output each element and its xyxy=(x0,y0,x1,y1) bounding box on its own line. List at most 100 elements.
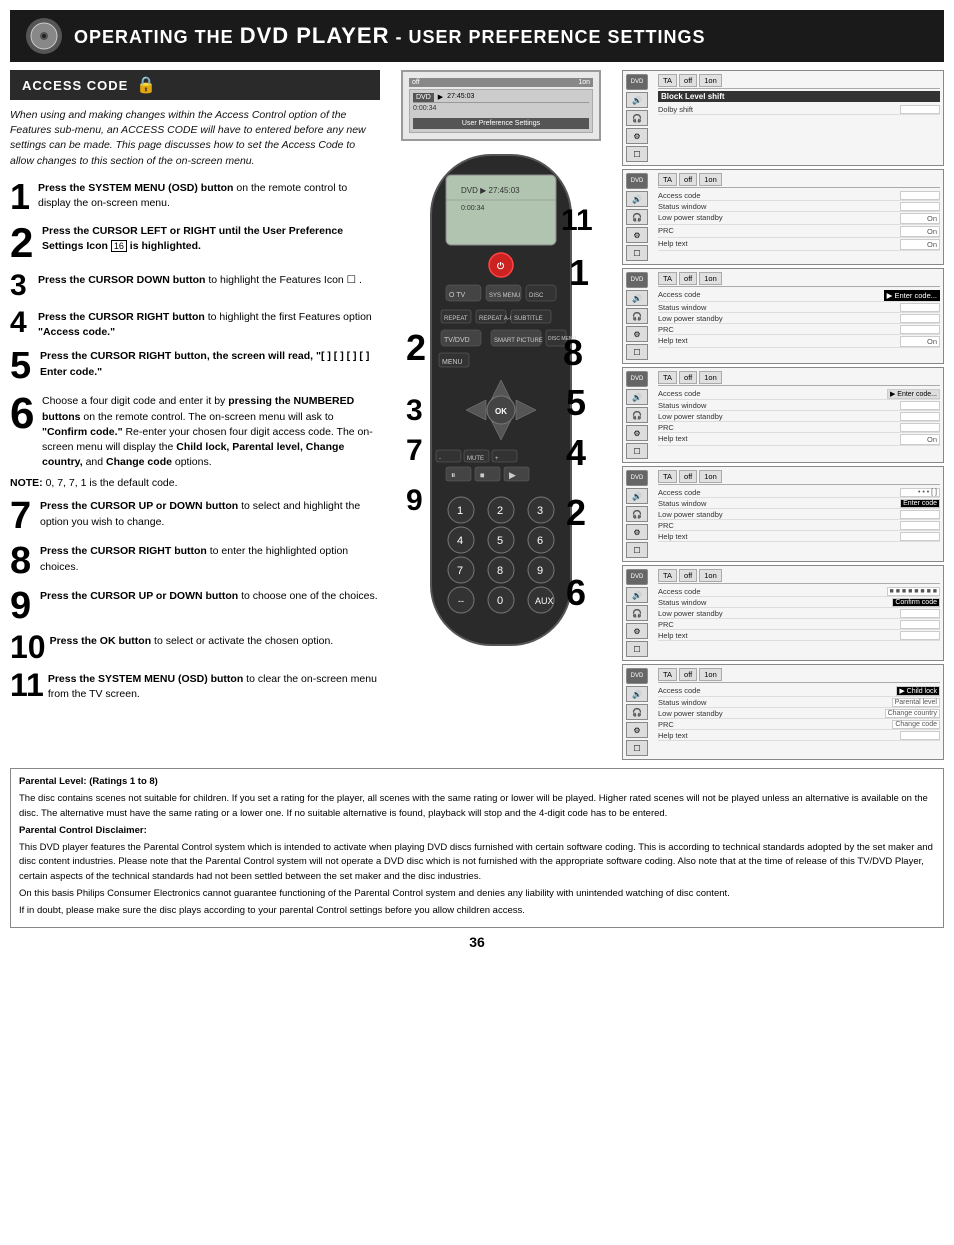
step-number-2: 2 xyxy=(10,222,38,264)
headphone-icon-7: 🎧 xyxy=(626,704,648,720)
screen-3-row-1: Access code ▶ Enter code... xyxy=(658,289,940,302)
box-icon-6: ☐ xyxy=(626,641,648,657)
step-number-5: 5 xyxy=(10,347,36,385)
parental-level-text: The disc contains scenes not suitable fo… xyxy=(19,792,935,821)
screen-7-row-2: Status window Parental level xyxy=(658,697,940,708)
disclaimer-text: This DVD player features the Parental Co… xyxy=(19,841,935,884)
screen-2-row-5: Help text On xyxy=(658,238,940,251)
step-number-8: 8 xyxy=(10,542,36,580)
screen-3-row-4: PRC xyxy=(658,324,940,335)
screen-3-row-2: Status window xyxy=(658,302,940,313)
dvd-icon-1: DVD xyxy=(626,74,648,90)
intro-paragraph: When using and making changes within the… xyxy=(10,108,380,169)
screen-panel-7-icons: DVD 🔊 🎧 ⚙ ☐ xyxy=(626,668,654,756)
step-9-text: Press the CURSOR UP or DOWN button to ch… xyxy=(40,587,380,604)
box-icon-7: ☐ xyxy=(626,740,648,756)
svg-text:0:00:34: 0:00:34 xyxy=(461,205,484,212)
dvd-icon-5: DVD xyxy=(626,470,648,486)
step-5-text: Press the CURSOR RIGHT button, the scree… xyxy=(40,347,380,379)
screen-panel-2: DVD 🔊 🎧 ⚙ ☐ TA off 1on Access code Statu… xyxy=(622,169,944,265)
box-icon-4: ☐ xyxy=(626,443,648,459)
speaker-icon-1: 🔊 xyxy=(626,92,648,108)
svg-text:MENU: MENU xyxy=(442,359,463,366)
lock-icon: 🔒 xyxy=(136,75,156,95)
step-number-7: 7 xyxy=(10,497,36,535)
speaker-icon-5: 🔊 xyxy=(626,488,648,504)
step-4: 4 Press the CURSOR RIGHT button to highl… xyxy=(10,308,380,340)
dvd-icon-4: DVD xyxy=(626,371,648,387)
top-screen-preview: off1on DVD ▶ 27:45:03 0:00:34 User Prefe… xyxy=(401,70,601,141)
page-number: 36 xyxy=(0,934,954,950)
step-6: 6 Choose a four digit code and enter it … xyxy=(10,392,380,470)
step-number-9: 9 xyxy=(10,587,36,625)
box-icon-5: ☐ xyxy=(626,542,648,558)
step-10-text: Press the OK button to select or activat… xyxy=(50,632,380,649)
settings-icon-2: ⚙ xyxy=(626,227,648,243)
svg-text:REPEAT A-B: REPEAT A-B xyxy=(479,316,514,322)
step-2-text: Press the CURSOR LEFT or RIGHT until the… xyxy=(42,222,380,254)
box-icon-1: ☐ xyxy=(626,146,648,162)
screen-3-row-5: Help text On xyxy=(658,335,940,348)
screen-panel-6-content: TA off 1on Access code ■ ■ ■ ■ ■ ■ ■ ■ S… xyxy=(658,569,940,657)
screen-panel-3: DVD 🔊 🎧 ⚙ ☐ TA off 1on Access code ▶ Ent… xyxy=(622,268,944,364)
screen-6-row-5: Help text xyxy=(658,630,940,641)
svg-text:2: 2 xyxy=(566,492,586,533)
screen-3-row-3: Low power standby xyxy=(658,313,940,324)
svg-text:⏹: ⏹ xyxy=(480,470,485,480)
svg-text:3: 3 xyxy=(537,505,543,517)
screen-panel-2-content: TA off 1on Access code Status window Low… xyxy=(658,173,940,261)
disclaimer-text3: If in doubt, please make sure the disc p… xyxy=(19,904,935,918)
svg-text:2: 2 xyxy=(497,505,503,517)
screen-panel-5-content: TA off 1on Access code • • • [ ] Status … xyxy=(658,470,940,558)
screen-5-header: TA off 1on xyxy=(658,470,940,485)
remote-control: DVD ▶ 27:45:03 0:00:34 ⏻ O TV SYS MENU D… xyxy=(401,145,601,665)
svg-text:11: 11 xyxy=(561,204,593,237)
step-6-text: Choose a four digit code and enter it by… xyxy=(42,392,380,470)
screen-4-row-3: Low power standby xyxy=(658,411,940,422)
step-4-text: Press the CURSOR RIGHT button to highlig… xyxy=(38,308,380,340)
svg-text:▶: ▶ xyxy=(509,470,516,480)
step-5: 5 Press the CURSOR RIGHT button, the scr… xyxy=(10,347,380,385)
screen-panel-7: DVD 🔊 🎧 ⚙ ☐ TA off 1on Access code ▶ Chi… xyxy=(622,664,944,760)
svg-text:6: 6 xyxy=(537,535,543,547)
settings-icon-1: ⚙ xyxy=(626,128,648,144)
svg-text:AUX: AUX xyxy=(535,596,554,606)
screen-5-row-4: PRC xyxy=(658,520,940,531)
settings-icon-6: ⚙ xyxy=(626,623,648,639)
headphone-icon-3: 🎧 xyxy=(626,308,648,324)
disclaimer-text2: On this basis Philips Consumer Electroni… xyxy=(19,887,935,901)
screen-7-row-4: PRC Change code xyxy=(658,719,940,730)
svg-text:6: 6 xyxy=(566,572,586,613)
screen-4-row-4: PRC xyxy=(658,422,940,433)
svg-text:SYS MENU: SYS MENU xyxy=(489,293,520,299)
headphone-icon-2: 🎧 xyxy=(626,209,648,225)
svg-text:8: 8 xyxy=(497,565,503,577)
step-11-text: Press the SYSTEM MENU (OSD) button to cl… xyxy=(48,670,380,702)
parental-level-title: Parental Level: (Ratings 1 to 8) xyxy=(19,775,935,789)
screen-5-row-1: Access code • • • [ ] xyxy=(658,487,940,498)
screen-panel-3-icons: DVD 🔊 🎧 ⚙ ☐ xyxy=(626,272,654,360)
main-content: Access Code 🔒 When using and making chan… xyxy=(10,70,944,760)
step-8-text: Press the CURSOR RIGHT button to enter t… xyxy=(40,542,380,574)
screen-6-row-2: Status window Confirm code xyxy=(658,597,940,608)
svg-text:-: - xyxy=(439,456,441,462)
svg-text:SMART PICTURE: SMART PICTURE xyxy=(494,338,543,344)
svg-text:8: 8 xyxy=(563,332,583,373)
screen-panel-4-content: TA off 1on Access code ▶ Enter code... S… xyxy=(658,371,940,459)
left-column: Access Code 🔒 When using and making chan… xyxy=(10,70,380,760)
screen-7-row-5: Help text xyxy=(658,730,940,741)
step-10: 10 Press the OK button to select or acti… xyxy=(10,632,380,662)
screen-6-row-3: Low power standby xyxy=(658,608,940,619)
svg-text:TV/DVD: TV/DVD xyxy=(444,337,470,344)
settings-icon-5: ⚙ xyxy=(626,524,648,540)
svg-text:OK: OK xyxy=(495,407,507,416)
speaker-icon-3: 🔊 xyxy=(626,290,648,306)
screen-7-row-1: Access code ▶ Child lock xyxy=(658,685,940,697)
screen-1-header: TA off 1on xyxy=(658,74,940,89)
headphone-icon-6: 🎧 xyxy=(626,605,648,621)
step-number-11: 11 xyxy=(10,670,44,700)
step-number-3: 3 xyxy=(10,271,34,301)
screen-2-row-1: Access code xyxy=(658,190,940,201)
page-title: Operating the DVD Player - User Preferen… xyxy=(74,23,706,49)
svg-text:5: 5 xyxy=(566,382,586,423)
